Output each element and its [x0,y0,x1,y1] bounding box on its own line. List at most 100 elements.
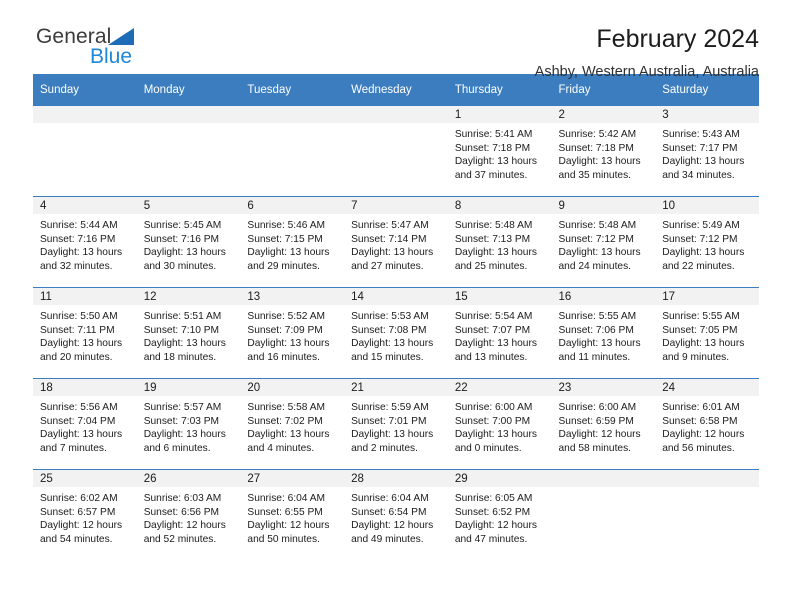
calendar-day-cell[interactable]: 12 Sunrise: 5:51 AM Sunset: 7:10 PM Dayligh… [136,287,241,379]
calendar-day-cell[interactable]: 15 Sunrise: 5:54 AM Sunset: 7:07 PM Dayligh… [447,287,552,379]
daylight-duration-line2: and 7 minutes. [40,442,107,454]
day-number [344,106,448,123]
day-details: Sunrise: 6:02 AM Sunset: 6:57 PM Daylight:… [33,487,137,546]
day-details: Sunrise: 5:54 AM Sunset: 7:07 PM Daylight:… [448,305,552,364]
sunrise-time: Sunrise: 5:53 AM [351,311,429,322]
day-number: 1 [447,106,552,123]
calendar-body: 1 Sunrise: 5:41 AM Sunset: 7:18 PM Daylight… [33,106,759,560]
calendar-day-cell[interactable]: 24 Sunrise: 6:01 AM Sunset: 6:58 PM Dayligh… [655,378,759,470]
sunrise-time: Sunrise: 6:05 AM [454,493,533,504]
day-number: 28 [344,470,448,487]
calendar-cell-empty [344,106,448,197]
day-details: Sunrise: 6:00 AM Sunset: 7:00 PM Daylight:… [448,396,552,455]
daylight-duration-line1: Daylight: 13 hours [662,247,745,259]
day-details: Sunrise: 5:47 AM Sunset: 7:14 PM Daylight:… [344,214,448,273]
calendar-day-cell[interactable]: 1 Sunrise: 5:41 AM Sunset: 7:18 PM Daylight… [447,106,552,197]
daylight-duration-line1: Daylight: 13 hours [558,247,641,259]
calendar-day-cell[interactable]: 10 Sunrise: 5:49 AM Sunset: 7:12 PM Dayligh… [655,196,759,288]
calendar-day-cell[interactable]: 9 Sunrise: 5:48 AM Sunset: 7:12 PM Daylight… [551,196,656,288]
sunset-time: Sunset: 6:58 PM [662,415,738,427]
sunset-time: Sunset: 7:02 PM [247,415,323,427]
sunrise-time: Sunrise: 5:58 AM [247,402,325,413]
calendar-day-cell[interactable]: 29 Sunrise: 6:05 AM Sunset: 6:52 PM Dayligh… [447,469,552,560]
day-number: 16 [551,288,656,305]
daylight-duration-line2: and 34 minutes. [662,169,735,181]
calendar-day-cell[interactable]: 27 Sunrise: 6:04 AM Sunset: 6:55 PM Dayligh… [240,469,345,560]
day-details: Sunrise: 6:03 AM Sunset: 6:56 PM Daylight:… [137,487,241,546]
calendar-day-cell[interactable]: 14 Sunrise: 5:53 AM Sunset: 7:08 PM Dayligh… [344,287,448,379]
daylight-duration-line2: and 24 minutes. [558,260,632,272]
calendar-day-cell[interactable]: 28 Sunrise: 6:04 AM Sunset: 6:54 PM Dayligh… [344,469,448,560]
daylight-duration-line1: Daylight: 12 hours [143,520,226,532]
sunset-time: Sunset: 7:10 PM [143,324,220,336]
sunrise-time: Sunrise: 5:50 AM [40,311,118,322]
calendar-day-cell[interactable]: 3 Sunrise: 5:43 AM Sunset: 7:17 PM Daylight… [655,106,759,197]
daylight-duration-line2: and 16 minutes. [247,351,320,363]
sunset-time: Sunset: 7:03 PM [143,415,220,427]
day-details: Sunrise: 5:50 AM Sunset: 7:11 PM Daylight:… [33,305,137,364]
sunset-time: Sunset: 7:18 PM [558,142,634,154]
calendar-day-cell[interactable]: 4 Sunrise: 5:44 AM Sunset: 7:16 PM Daylight… [33,196,137,288]
day-details: Sunrise: 5:55 AM Sunset: 7:06 PM Daylight:… [552,305,656,364]
calendar-day-cell[interactable]: 19 Sunrise: 5:57 AM Sunset: 7:03 PM Dayligh… [136,378,241,470]
daylight-duration-line2: and 29 minutes. [247,260,320,272]
calendar-day-cell[interactable]: 23 Sunrise: 6:00 AM Sunset: 6:59 PM Dayligh… [551,378,656,470]
daylight-duration-line2: and 6 minutes. [143,442,211,454]
calendar-day-cell[interactable]: 11 Sunrise: 5:50 AM Sunset: 7:11 PM Dayligh… [33,287,137,379]
calendar-day-cell[interactable]: 22 Sunrise: 6:00 AM Sunset: 7:00 PM Dayligh… [447,378,552,470]
calendar-day-cell[interactable]: 17 Sunrise: 5:55 AM Sunset: 7:05 PM Dayligh… [655,287,759,379]
daylight-duration-line2: and 52 minutes. [143,533,217,545]
calendar-day-cell[interactable]: 25 Sunrise: 6:02 AM Sunset: 6:57 PM Dayligh… [33,469,137,560]
day-number: 21 [344,379,448,396]
sunrise-time: Sunrise: 6:03 AM [143,493,222,504]
sunrise-time: Sunrise: 5:55 AM [558,311,637,322]
calendar-day-cell[interactable]: 20 Sunrise: 5:58 AM Sunset: 7:02 PM Dayligh… [240,378,345,470]
sunset-time: Sunset: 7:07 PM [454,324,531,336]
weekday-header-sunday: Sunday [33,74,137,106]
daylight-duration-line2: and 32 minutes. [40,260,113,272]
calendar-day-cell[interactable]: 16 Sunrise: 5:55 AM Sunset: 7:06 PM Dayligh… [551,287,656,379]
sunset-time: Sunset: 7:14 PM [351,233,427,245]
calendar-day-cell[interactable]: 18 Sunrise: 5:56 AM Sunset: 7:04 PM Dayligh… [33,378,137,470]
calendar-day-cell[interactable]: 5 Sunrise: 5:45 AM Sunset: 7:16 PM Daylight… [136,196,241,288]
sunset-time: Sunset: 7:16 PM [143,233,220,245]
daylight-duration-line2: and 50 minutes. [247,533,320,545]
day-details: Sunrise: 5:44 AM Sunset: 7:16 PM Daylight:… [33,214,137,273]
daylight-duration-line2: and 13 minutes. [454,351,528,363]
day-number: 24 [655,379,759,396]
calendar-week-row: 18 Sunrise: 5:56 AM Sunset: 7:04 PM Dayligh… [33,378,759,470]
day-number [240,106,345,123]
calendar-day-cell[interactable]: 6 Sunrise: 5:46 AM Sunset: 7:15 PM Daylight… [240,196,345,288]
day-number: 5 [136,197,241,214]
sunrise-time: Sunrise: 5:55 AM [662,311,740,322]
general-blue-logo[interactable]: General Blue [36,26,216,72]
sunrise-time: Sunrise: 5:56 AM [40,402,118,413]
day-details: Sunrise: 6:05 AM Sunset: 6:52 PM Daylight:… [448,487,552,546]
sunrise-time: Sunrise: 5:48 AM [558,220,637,231]
sunrise-time: Sunrise: 6:04 AM [351,493,429,504]
calendar-grid: Sunday Monday Tuesday Wednesday Thursday… [33,74,759,560]
day-details: Sunrise: 6:00 AM Sunset: 6:59 PM Daylight:… [552,396,656,455]
day-details: Sunrise: 5:52 AM Sunset: 7:09 PM Daylight:… [240,305,344,364]
daylight-duration-line1: Daylight: 13 hours [143,247,226,259]
day-number: 23 [551,379,656,396]
day-number [136,106,241,123]
calendar-day-cell[interactable]: 21 Sunrise: 5:59 AM Sunset: 7:01 PM Dayligh… [344,378,448,470]
day-number [33,106,137,123]
daylight-duration-line1: Daylight: 12 hours [247,520,330,532]
sunset-time: Sunset: 6:57 PM [40,506,116,518]
calendar-day-cell[interactable]: 8 Sunrise: 5:48 AM Sunset: 7:13 PM Daylight… [447,196,552,288]
day-details: Sunrise: 5:53 AM Sunset: 7:08 PM Daylight:… [344,305,448,364]
calendar-day-cell[interactable]: 26 Sunrise: 6:03 AM Sunset: 6:56 PM Dayligh… [136,469,241,560]
sunset-time: Sunset: 7:12 PM [662,233,738,245]
calendar-cell-empty [136,106,241,197]
calendar-week-row: 25 Sunrise: 6:02 AM Sunset: 6:57 PM Dayligh… [33,469,759,560]
daylight-duration-line2: and 15 minutes. [351,351,424,363]
calendar-day-cell[interactable]: 7 Sunrise: 5:47 AM Sunset: 7:14 PM Daylight… [344,196,448,288]
calendar-day-cell[interactable]: 13 Sunrise: 5:52 AM Sunset: 7:09 PM Dayligh… [240,287,345,379]
day-number: 27 [240,470,345,487]
daylight-duration-line1: Daylight: 13 hours [558,156,641,168]
calendar-day-cell[interactable]: 2 Sunrise: 5:42 AM Sunset: 7:18 PM Daylight… [551,106,656,197]
triangle-icon [108,28,135,45]
sunset-time: Sunset: 6:55 PM [247,506,323,518]
